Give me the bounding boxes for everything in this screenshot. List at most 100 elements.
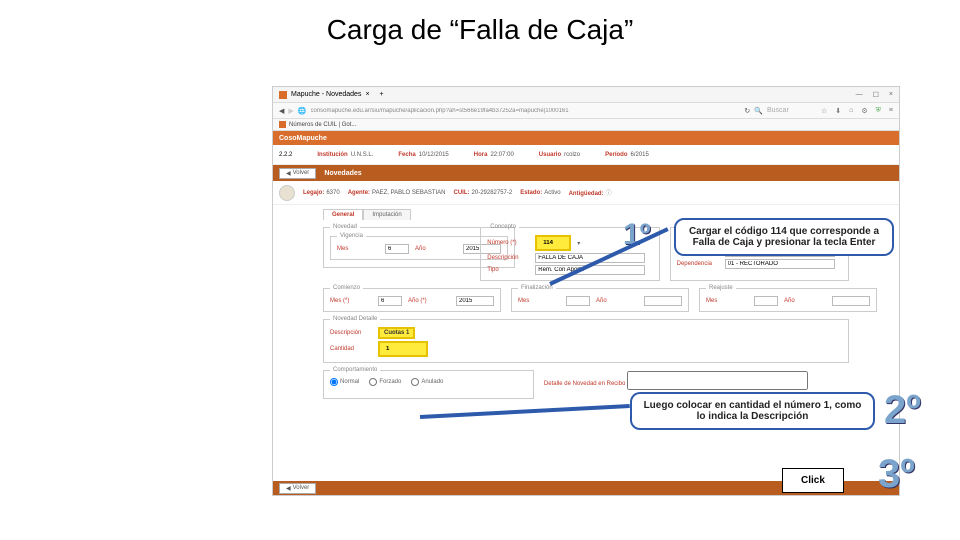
dependencia-input[interactable] <box>725 259 835 269</box>
com-mes-input[interactable] <box>378 296 402 306</box>
bookmark-bar: Números de CUIL | Got... <box>273 119 899 131</box>
fin-ano-input[interactable] <box>644 296 682 306</box>
tipo-label: Tipo <box>487 267 529 273</box>
tab-favicon-icon <box>279 91 287 99</box>
gear-icon[interactable]: ⚙ <box>861 107 867 115</box>
estado-label: Estado: <box>520 190 542 196</box>
institucion-value: U.N.S.L. <box>351 152 374 158</box>
desc2-value: Cuotas 1 <box>384 330 409 336</box>
dependencia-label: Dependencia <box>677 261 719 267</box>
browser-titlebar: Mapuche - Novedades × + — ☐ × <box>273 87 899 103</box>
new-tab-button[interactable]: + <box>380 91 384 98</box>
legajo-label: Legajo: <box>303 190 324 196</box>
minimize-icon[interactable]: — <box>856 91 863 99</box>
periodo-value: 6/2015 <box>631 152 649 158</box>
section-title: Novedades <box>324 170 361 177</box>
help-icon[interactable]: ⓘ <box>606 191 612 197</box>
shield-icon[interactable]: ⛨ <box>876 107 881 115</box>
radio-forzado[interactable]: Forzado <box>369 378 401 386</box>
step-3-badge: 3º <box>878 452 915 497</box>
reload-icon[interactable]: ↻ <box>744 107 750 115</box>
meta-row: 2.2.2 InstituciónU.N.S.L. Fecha10/12/201… <box>273 145 899 165</box>
numero-label: Número (*) <box>487 240 529 246</box>
mes-label: Mes <box>337 246 379 252</box>
bookmark-item[interactable]: Números de CUIL | Got... <box>289 122 356 128</box>
browser-tab[interactable]: Mapuche - Novedades × + <box>279 91 384 99</box>
descripcion-input[interactable] <box>535 253 645 263</box>
detalle-recibo-input[interactable] <box>627 371 808 390</box>
rea-ano-input[interactable] <box>832 296 870 306</box>
fieldset-finalizacion: Finalización MesAño <box>511 285 689 312</box>
tab-general[interactable]: General <box>323 209 363 220</box>
maximize-icon[interactable]: ☐ <box>873 91 879 99</box>
radio-normal-input[interactable] <box>330 378 338 386</box>
concepto-legend: Concepto <box>487 224 519 230</box>
close-icon[interactable]: × <box>889 91 893 99</box>
desc2-label: Descripción <box>330 330 372 336</box>
fin-mes-input[interactable] <box>566 296 590 306</box>
agent-row: Legajo:6370 Agente:PAEZ, PABLO SEBASTIAN… <box>273 181 899 205</box>
ano-label: Año <box>415 246 457 252</box>
mes-input[interactable] <box>385 244 409 254</box>
fecha-label: Fecha <box>398 152 415 158</box>
rea-mes-label: Mes <box>706 298 748 304</box>
fieldset-comienzo: Comienzo Mes (*) Año (*) <box>323 285 501 312</box>
avatar-icon <box>279 185 295 201</box>
app-brand: CosoMapuche <box>279 135 327 142</box>
bookmark-favicon-icon <box>279 121 286 128</box>
periodo-label: Período <box>605 152 627 158</box>
slide-title: Carga de “Falla de Caja” <box>0 0 960 52</box>
reajuste-legend: Reajuste <box>706 285 736 291</box>
com-mes-label: Mes (*) <box>330 298 372 304</box>
step-2-badge: 2º <box>884 388 921 433</box>
back-nav-icon[interactable]: ◀ <box>279 107 284 115</box>
descripcion-label: Descripción <box>487 255 529 261</box>
com-ano-label: Año (*) <box>408 298 450 304</box>
fecha-value: 10/12/2015 <box>419 152 449 158</box>
footer-back-button[interactable]: ◀Volver <box>279 483 316 494</box>
chevron-left-icon: ◀ <box>286 485 291 492</box>
address-bar: ◀ ▶ 🌐 consomapuche.edu.ar/siu/mapuche/ap… <box>273 103 899 119</box>
rea-mes-input[interactable] <box>754 296 778 306</box>
browser-window: Mapuche - Novedades × + — ☐ × ◀ ▶ 🌐 cons… <box>272 86 900 496</box>
fin-ano-label: Año <box>596 298 638 304</box>
dropdown-icon[interactable]: ▾ <box>577 240 580 247</box>
app-header: CosoMapuche <box>273 131 899 145</box>
forward-nav-icon[interactable]: ▶ <box>288 107 293 115</box>
radio-anulado[interactable]: Anulado <box>411 378 443 386</box>
version-label: 2.2.2 <box>279 152 292 158</box>
novedad-legend: Novedad <box>330 224 360 230</box>
detalle-recibo-label: Detalle de Novedad en Recibo <box>544 381 625 387</box>
fieldset-comportamiento: Comportamiento Normal Forzado Anulado <box>323 367 534 399</box>
vigencia-legend: Vigencia <box>337 233 366 239</box>
download-icon[interactable]: ⬇ <box>835 107 841 115</box>
star-icon[interactable]: ☆ <box>821 107 827 115</box>
agente-label: Agente: <box>348 190 370 196</box>
back-button[interactable]: ◀Volver <box>279 168 316 179</box>
hora-value: 22:07:00 <box>490 152 513 158</box>
cuil-label: CUIL: <box>454 190 470 196</box>
fieldset-reajuste: Reajuste MesAño <box>699 285 877 312</box>
fieldset-novedad-detalle: Novedad Detalle DescripciónCuotas 1 Cant… <box>323 316 849 363</box>
radio-normal[interactable]: Normal <box>330 378 359 386</box>
tab-title: Mapuche - Novedades <box>291 91 361 98</box>
search-placeholder[interactable]: Buscar <box>767 107 817 114</box>
radio-anulado-input[interactable] <box>411 378 419 386</box>
comport-legend: Comportamiento <box>330 367 380 373</box>
tab-imputacion[interactable]: Imputación <box>363 209 410 220</box>
menu-icon[interactable]: ≡ <box>889 107 893 115</box>
home-icon[interactable]: ⌂ <box>849 107 853 115</box>
tab-close-icon[interactable]: × <box>365 91 369 98</box>
numero-concepto-input[interactable] <box>541 238 565 248</box>
agente-value: PAEZ, PABLO SEBASTIAN <box>372 190 445 196</box>
com-ano-input[interactable] <box>456 296 494 306</box>
globe-icon: 🌐 <box>298 107 307 115</box>
window-controls: — ☐ × <box>856 91 893 99</box>
url-input[interactable]: consomapuche.edu.ar/siu/mapuche/aplicaci… <box>311 108 741 114</box>
search-icon: 🔍 <box>754 107 763 115</box>
estado-value: Activo <box>544 190 560 196</box>
cantidad-input[interactable] <box>384 344 422 354</box>
radio-forzado-input[interactable] <box>369 378 377 386</box>
comienzo-legend: Comienzo <box>330 285 363 291</box>
antiguedad-label: Antigüedad: <box>569 191 604 197</box>
